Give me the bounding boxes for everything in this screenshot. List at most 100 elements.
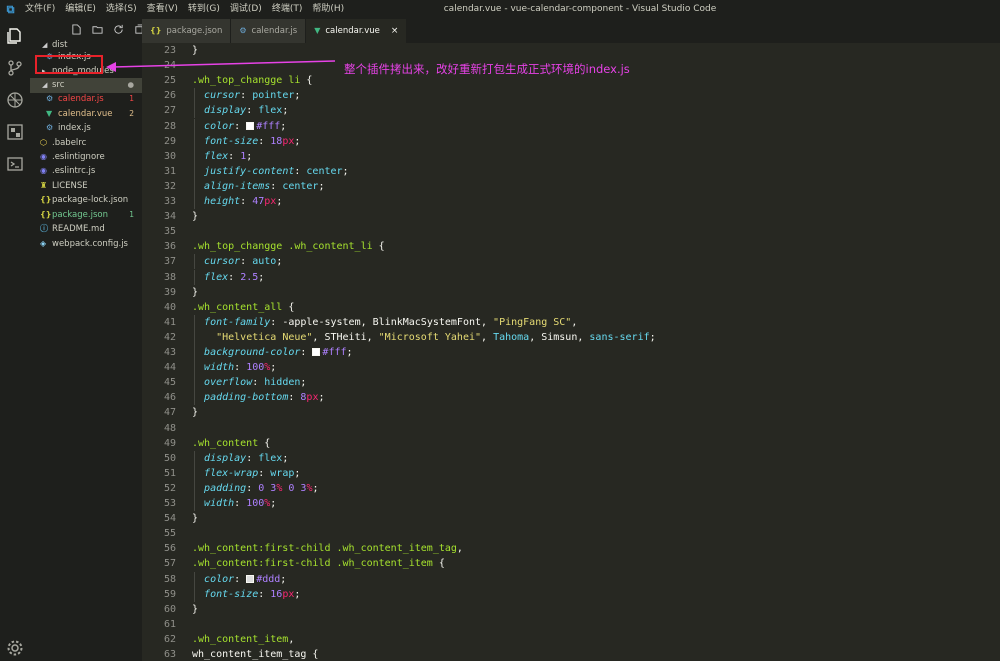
tree-file[interactable]: ◈ webpack.config.js bbox=[30, 237, 142, 252]
code-token: background-color bbox=[204, 347, 301, 358]
close-icon[interactable]: × bbox=[391, 19, 399, 43]
tree-file[interactable]: {} package.json 1 bbox=[30, 208, 142, 223]
line-number: 48 bbox=[163, 422, 176, 434]
code-token: ; bbox=[282, 105, 289, 117]
menu-item[interactable]: 调试(D) bbox=[230, 0, 262, 19]
settings-icon[interactable] bbox=[4, 637, 26, 659]
line-number: 43 bbox=[163, 347, 176, 358]
code-token: : bbox=[234, 120, 247, 132]
tab-package-json[interactable]: {} package.json bbox=[142, 19, 231, 43]
js-gear-icon: ⚙ bbox=[46, 123, 54, 132]
code-line: "Helvetica Neue", STHeiti, "Microsoft Ya… bbox=[192, 330, 656, 345]
code-token: flex bbox=[204, 150, 229, 162]
tab-calendar-vue[interactable]: ▼ calendar.vue × bbox=[306, 19, 407, 43]
line-number: 61 bbox=[163, 618, 176, 630]
color-swatch[interactable] bbox=[246, 574, 255, 583]
tree-item-label: calendar.vue bbox=[58, 109, 113, 119]
license-icon: ♜ bbox=[40, 181, 48, 190]
tree-file[interactable]: ◉ .eslintignore bbox=[30, 150, 142, 165]
menu-bar: 文件(F) 编辑(E) 选择(S) 查看(V) 转到(G) 调试(D) 终端(T) 帮助(H) bbox=[25, 0, 354, 19]
line-number: 33 bbox=[163, 196, 176, 207]
code-token: font-family bbox=[204, 316, 271, 328]
code-token: width bbox=[204, 362, 235, 374]
code-token: "Microsoft Yahei" bbox=[378, 331, 482, 343]
annotation-highlight-box bbox=[35, 55, 103, 74]
code-token: : bbox=[300, 347, 313, 358]
tree-file[interactable]: ◉ .eslintrc.js bbox=[30, 164, 142, 179]
new-folder-icon[interactable] bbox=[91, 23, 103, 35]
terminal-icon[interactable] bbox=[4, 153, 26, 175]
menu-item[interactable]: 编辑(E) bbox=[65, 0, 96, 19]
extensions-icon[interactable] bbox=[4, 121, 26, 143]
code-token: : bbox=[246, 105, 259, 117]
line-number: 41 bbox=[163, 316, 176, 328]
menu-item[interactable]: 文件(F) bbox=[25, 0, 55, 19]
tree-item-badge: 1 bbox=[129, 94, 134, 103]
refresh-icon[interactable] bbox=[112, 23, 124, 35]
code-token: ; bbox=[280, 573, 287, 585]
code-token: } bbox=[192, 211, 199, 223]
code-token: ; bbox=[294, 588, 301, 600]
code-token: Tahoma bbox=[493, 331, 530, 343]
code-token: , Simsun, bbox=[529, 331, 590, 343]
title-bar: ⧉ 文件(F) 编辑(E) 选择(S) 查看(V) 转到(G) 调试(D) 终端(T) 帮助(… bbox=[0, 0, 1000, 19]
debug-icon[interactable] bbox=[4, 89, 26, 111]
code-token: flex bbox=[258, 105, 283, 117]
code-token: flex-wrap bbox=[204, 467, 259, 479]
menu-item[interactable]: 转到(G) bbox=[188, 0, 220, 19]
indent-guide bbox=[194, 254, 195, 270]
color-swatch[interactable] bbox=[246, 121, 255, 130]
source-control-icon[interactable] bbox=[4, 57, 26, 79]
code-token: : bbox=[294, 165, 307, 177]
tree-file[interactable]: ♜ LICENSE bbox=[30, 179, 142, 194]
tree-item-label: package.json bbox=[52, 210, 108, 220]
indent-guide bbox=[194, 360, 195, 376]
babel-icon: ⬡ bbox=[40, 138, 47, 147]
code-token: { bbox=[432, 558, 445, 570]
chevron-down-icon[interactable]: ◢ bbox=[42, 78, 47, 93]
color-swatch[interactable] bbox=[312, 348, 321, 356]
code-token: wh_content_item_tag { bbox=[192, 649, 319, 660]
code-token: .wh_content_item bbox=[192, 633, 289, 645]
menu-item[interactable]: 选择(S) bbox=[106, 0, 137, 19]
line-number: 49 bbox=[163, 437, 176, 449]
line-number: 29 bbox=[163, 135, 176, 147]
indent-guide bbox=[194, 148, 195, 164]
tree-folder[interactable]: ◢ src ● bbox=[30, 78, 142, 93]
line-number: 55 bbox=[163, 528, 176, 540]
tree-item-badge: 1 bbox=[129, 210, 134, 219]
code-token: "Helvetica Neue" bbox=[216, 331, 313, 343]
tree-file[interactable]: ▼ calendar.vue 2 bbox=[30, 107, 142, 122]
code-token: .wh_content_all bbox=[192, 301, 283, 313]
tree-file[interactable]: ⬡ .babelrc bbox=[30, 136, 142, 151]
tree-file[interactable]: ⚙ index.js bbox=[30, 121, 142, 136]
code-line: height: 47px; bbox=[192, 194, 282, 209]
tree-item-label: README.md bbox=[52, 224, 105, 234]
explorer-icon[interactable] bbox=[4, 25, 26, 47]
tree-file[interactable]: {} package-lock.json bbox=[30, 193, 142, 208]
line-number: 32 bbox=[163, 180, 176, 192]
code-token: { bbox=[372, 241, 385, 253]
menu-item[interactable]: 查看(V) bbox=[147, 0, 178, 19]
menu-item[interactable]: 终端(T) bbox=[272, 0, 303, 19]
indent-guide bbox=[194, 88, 195, 104]
code-token: hidden bbox=[264, 377, 301, 389]
line-number: 36 bbox=[163, 241, 176, 253]
code-line: overflow: hidden; bbox=[192, 375, 306, 390]
code-line: display: flex; bbox=[192, 103, 288, 118]
code-line: padding: 0 3% 0 3%; bbox=[192, 481, 318, 496]
tab-label: calendar.js bbox=[251, 26, 298, 36]
indent-guide bbox=[194, 133, 195, 149]
code-token: ; bbox=[276, 256, 283, 268]
code-line: width: 100%; bbox=[192, 496, 276, 511]
tree-item-label: .eslintrc.js bbox=[52, 166, 96, 176]
menu-item[interactable]: 帮助(H) bbox=[312, 0, 344, 19]
code-editor[interactable]: 23} 24 25 .wh_top_changge li {26 cursor: po… bbox=[142, 43, 1000, 661]
code-line: .wh_content_all { bbox=[192, 300, 294, 315]
tab-calendar-js[interactable]: ⚙ calendar.js bbox=[231, 19, 306, 43]
tree-file[interactable]: ⓘ README.md bbox=[30, 222, 142, 237]
new-file-icon[interactable] bbox=[70, 23, 82, 35]
tree-file[interactable]: ⚙ calendar.js 1 bbox=[30, 92, 142, 107]
code-token: ; bbox=[276, 196, 283, 207]
tree-item-label: package-lock.json bbox=[52, 195, 129, 205]
